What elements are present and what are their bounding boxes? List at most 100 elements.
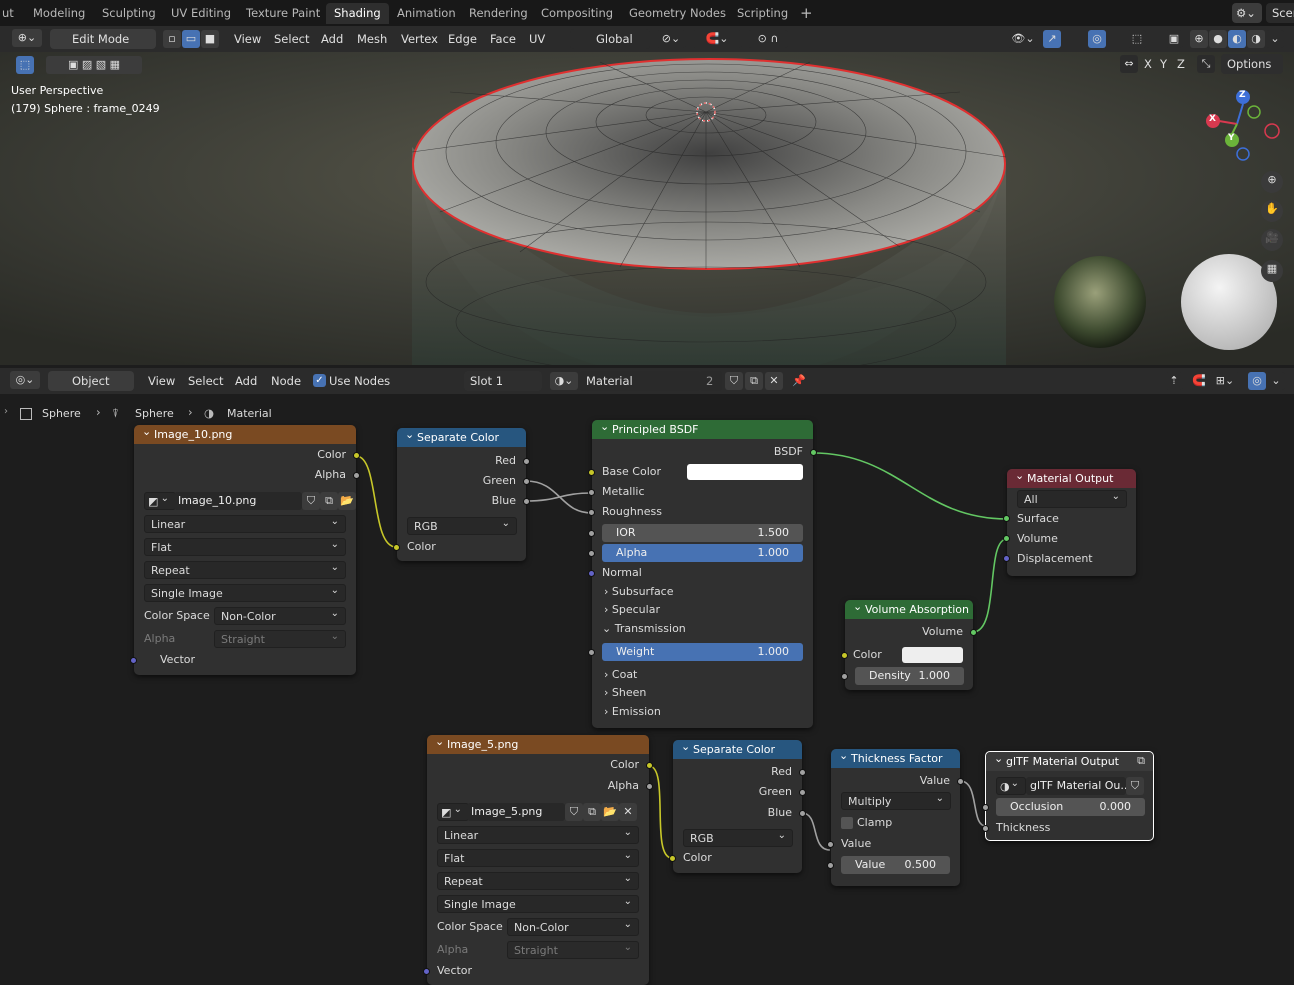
fake-user-icon[interactable]: ⛉ — [1126, 777, 1144, 795]
node-title[interactable]: glTF Material Output — [986, 749, 1153, 771]
tab-texture-paint[interactable]: Texture Paint — [238, 3, 328, 24]
source-dropdown[interactable]: Single Image — [144, 582, 346, 602]
transmission-panel[interactable]: ⌄ Transmission — [602, 620, 686, 638]
menu-vertex[interactable]: Vertex — [401, 29, 438, 49]
displacement-socket[interactable] — [1003, 555, 1010, 562]
output-volume-socket[interactable] — [970, 629, 977, 636]
scene-selector-icon[interactable]: ⚙⌄ — [1232, 3, 1262, 23]
pin-icon[interactable]: 📌 — [790, 372, 808, 390]
clamp-checkbox[interactable] — [841, 817, 853, 829]
tab-geometry-nodes[interactable]: Geometry Nodes — [621, 3, 734, 24]
pan-hand-icon[interactable]: ✋ — [1261, 200, 1283, 222]
toggle-xray-icon[interactable]: ▣ — [1165, 30, 1183, 48]
emission-panel[interactable]: › Emission — [604, 703, 661, 721]
input-color-socket[interactable] — [393, 544, 400, 551]
metallic-socket[interactable] — [588, 489, 595, 496]
tab-compositing[interactable]: Compositing — [533, 3, 621, 24]
tab-sculpting[interactable]: Sculpting — [94, 3, 164, 24]
output-blue-socket[interactable] — [523, 498, 530, 505]
output-color-socket[interactable] — [646, 762, 653, 769]
image-browse-icon[interactable]: ◩ — [144, 490, 176, 510]
parent-node-tree-icon[interactable]: ⇡ — [1165, 372, 1183, 390]
snap-target-icon[interactable]: ⊞⌄ — [1210, 372, 1240, 390]
output-red-socket[interactable] — [799, 769, 806, 776]
image-file-name[interactable]: Image_5.png — [467, 803, 565, 821]
editor-type-icon[interactable]: ⊕⌄ — [12, 29, 42, 47]
rendered-shading-icon[interactable]: ◑ — [1247, 30, 1265, 48]
ne-menu-add[interactable]: Add — [235, 371, 257, 391]
3d-viewport[interactable]: ⬚ ▣ ▨ ▧ ▦ User Perspective (179) Sphere … — [0, 52, 1294, 365]
material-users-count[interactable]: 2 — [700, 371, 722, 391]
material-name-field[interactable]: Material — [580, 371, 700, 391]
image-file-name[interactable]: Image_10.png — [174, 492, 302, 510]
shading-options-icon[interactable]: ⌄ — [1266, 30, 1284, 48]
input-vector-socket[interactable] — [130, 657, 137, 664]
group-browse-icon[interactable]: ◑ — [996, 775, 1026, 795]
mode-dropdown[interactable]: RGB — [683, 827, 793, 847]
output-value-socket[interactable] — [957, 778, 964, 785]
gizmo-z-label[interactable]: Z — [1239, 90, 1246, 100]
node-title[interactable]: Material Output — [1007, 466, 1136, 488]
color-space-dropdown[interactable]: Non-Color — [507, 916, 639, 936]
mirror-y[interactable]: Y — [1160, 54, 1167, 74]
fake-user-icon[interactable]: ⛉ — [565, 803, 583, 821]
alpha-field[interactable]: Alpha 1.000 — [602, 544, 803, 562]
vertex-select-icon[interactable]: ▫ — [163, 30, 181, 48]
material-shading-icon[interactable]: ◐ — [1228, 30, 1246, 48]
overlay-icon[interactable]: ◎ — [1088, 30, 1106, 48]
menu-mesh[interactable]: Mesh — [357, 29, 387, 49]
sheen-panel[interactable]: › Sheen — [604, 684, 646, 702]
input-value-socket[interactable] — [827, 841, 834, 848]
proportional-edit-icon[interactable]: ⊙ ∩ — [748, 30, 788, 48]
density-socket[interactable] — [841, 673, 848, 680]
node-title[interactable]: Separate Color — [397, 425, 526, 447]
ne-overlay-options-icon[interactable]: ⌄ — [1267, 372, 1285, 390]
output-green-socket[interactable] — [799, 789, 806, 796]
breadcrumb-object[interactable]: Sphere — [42, 407, 81, 420]
tab-layout[interactable]: ut — [0, 3, 22, 24]
duplicate-image-icon[interactable]: ⧉ — [583, 803, 601, 821]
weight-socket[interactable] — [588, 649, 595, 656]
normal-socket[interactable] — [588, 570, 595, 577]
volume-absorption-node[interactable]: Volume Absorption Volume Color Density 1.… — [841, 597, 977, 690]
tab-shading[interactable]: Shading — [326, 3, 389, 24]
occlusion-field[interactable]: Occlusion 0.000 — [996, 798, 1145, 816]
extension-dropdown[interactable]: Repeat — [144, 559, 346, 579]
breadcrumb-mesh[interactable]: Sphere — [135, 407, 174, 420]
operation-dropdown[interactable]: Multiply — [841, 790, 951, 810]
mode-selector[interactable]: Edit Mode — [50, 29, 156, 49]
color-swatch[interactable] — [902, 647, 963, 663]
ne-menu-view[interactable]: View — [148, 371, 175, 391]
mirror-x[interactable]: X — [1144, 54, 1152, 74]
separate-color-node-1[interactable]: Separate Color Red Green Blue RGB Color — [393, 425, 530, 561]
extension-dropdown[interactable]: Repeat — [437, 870, 639, 890]
interpolation-dropdown[interactable]: Linear — [437, 824, 639, 844]
edge-select-icon[interactable]: ▭ — [182, 30, 200, 48]
node-title[interactable]: Thickness Factor — [831, 746, 960, 768]
base-color-socket[interactable] — [588, 469, 595, 476]
duplicate-image-icon[interactable]: ⧉ — [320, 492, 338, 510]
grid-icon[interactable]: ▦ — [1261, 260, 1283, 282]
select-mode-icons[interactable]: ▣ ▨ ▧ ▦ — [46, 56, 142, 74]
principled-bsdf-node[interactable]: Principled BSDF BSDF Base Color Metallic… — [588, 417, 817, 728]
ne-menu-select[interactable]: Select — [188, 371, 223, 391]
weight-field[interactable]: Weight 1.000 — [602, 643, 803, 661]
mode-dropdown[interactable]: RGB — [407, 515, 517, 535]
occlusion-socket[interactable] — [982, 804, 989, 811]
pivot-icon[interactable]: ⊘⌄ — [656, 30, 686, 48]
output-alpha-socket[interactable] — [646, 783, 653, 790]
color-space-dropdown[interactable]: Non-Color — [214, 605, 346, 625]
tab-modeling[interactable]: Modeling — [25, 3, 93, 24]
fake-user-icon[interactable]: ⛉ — [302, 492, 320, 510]
shader-type-selector[interactable]: Object — [48, 371, 134, 391]
subsurface-panel[interactable]: › Subsurface — [604, 583, 674, 601]
unlink-image-icon[interactable]: ✕ — [619, 803, 637, 821]
visibility-icon[interactable]: 👁⌄ — [1008, 30, 1038, 48]
input-color-socket[interactable] — [669, 855, 676, 862]
specular-panel[interactable]: › Specular — [604, 601, 660, 619]
material-browse-icon[interactable]: ◑⌄ — [550, 372, 578, 390]
ne-menu-node[interactable]: Node — [271, 371, 301, 391]
options-dropdown[interactable]: Options — [1221, 54, 1283, 74]
gizmo-icon[interactable]: ↗ — [1043, 30, 1061, 48]
image-browse-icon[interactable]: ◩ — [437, 801, 469, 821]
